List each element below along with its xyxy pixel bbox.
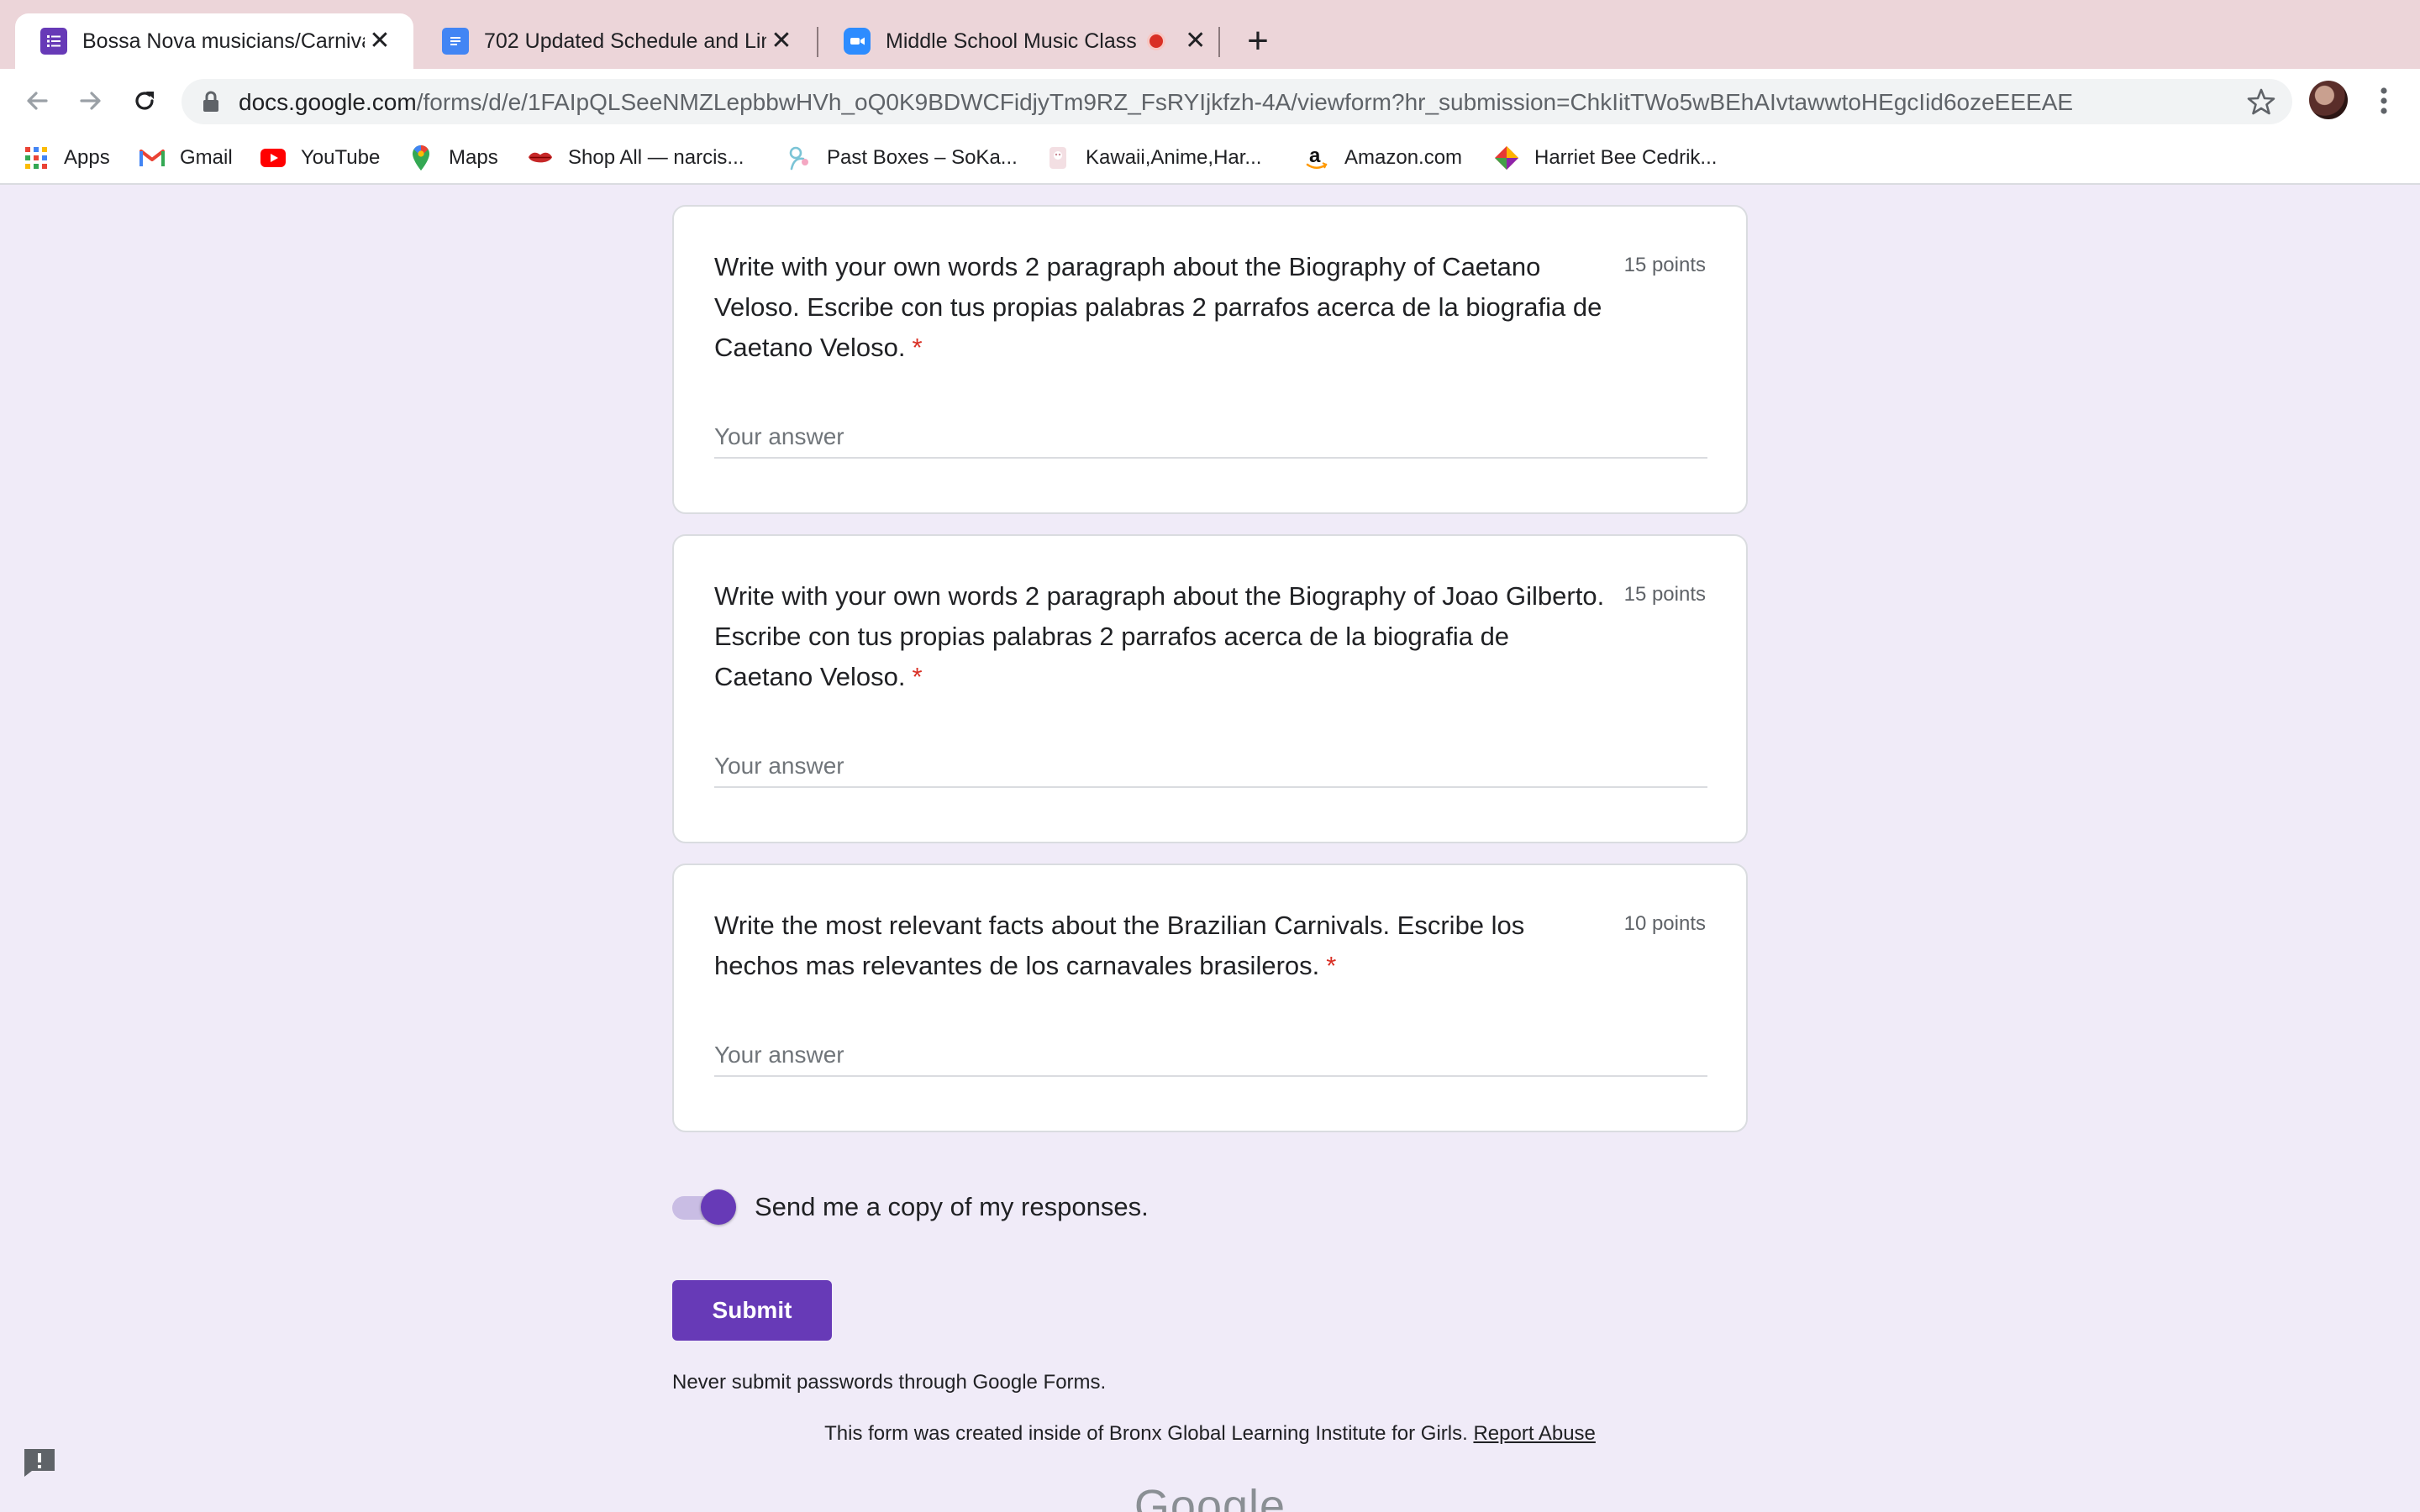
submit-button[interactable]: Submit bbox=[672, 1280, 832, 1341]
close-icon[interactable]: ✕ bbox=[1181, 29, 1211, 54]
question-title: Write with your own words 2 paragraph ab… bbox=[714, 247, 1613, 368]
bookmarks-bar: Apps Gmail YouTube Maps Shop All — narci… bbox=[0, 133, 2420, 185]
more-vertical-icon[interactable] bbox=[2371, 81, 2396, 121]
question-points: 15 points bbox=[1623, 254, 1706, 276]
bookmark-label: Gmail bbox=[180, 146, 233, 169]
tab-title: Middle School Music Class bbox=[886, 29, 1137, 53]
question-text: Write with your own words 2 paragraph ab… bbox=[714, 581, 1605, 691]
tab-forms[interactable]: Bossa Nova musicians/Carnival ✕ bbox=[15, 13, 413, 69]
bookmark-star-icon[interactable] bbox=[2247, 87, 2275, 116]
bookmark-label: Maps bbox=[449, 146, 498, 169]
bookmark-label: YouTube bbox=[301, 146, 381, 169]
required-asterisk: * bbox=[1326, 951, 1337, 980]
answer-input[interactable] bbox=[714, 1035, 1707, 1077]
url-path: /forms/d/e/1FAIpQLSeeNMZLepbbwHVh_oQ0K9B… bbox=[416, 89, 2074, 115]
send-copy-toggle[interactable] bbox=[672, 1186, 738, 1228]
reload-icon bbox=[135, 92, 154, 110]
google-forms-logo[interactable]: Google Forms bbox=[1092, 1480, 1328, 1512]
toggle-thumb bbox=[701, 1189, 736, 1225]
bookmark-label: Apps bbox=[64, 146, 110, 169]
amazon-icon: a bbox=[1304, 145, 1329, 171]
tab-title: 702 Updated Schedule and Links bbox=[484, 29, 766, 53]
question-points: 15 points bbox=[1623, 583, 1706, 606]
send-copy-row: Send me a copy of my responses. bbox=[672, 1186, 1149, 1228]
question-title: Write the most relevant facts about the … bbox=[714, 906, 1613, 986]
bookmark-label: Harriet Bee Cedrik... bbox=[1534, 146, 1718, 169]
bookmark-harriet-bee[interactable]: Harriet Bee Cedrik... bbox=[1494, 141, 1717, 175]
answer-input[interactable] bbox=[714, 417, 1707, 459]
footer-text: This form was created inside of Bronx Gl… bbox=[824, 1422, 1468, 1445]
tab-zoom[interactable]: Middle School Music Class ✕ bbox=[818, 13, 1217, 69]
bookmark-gmail[interactable]: Gmail bbox=[139, 141, 233, 175]
feedback-icon[interactable] bbox=[22, 1446, 57, 1478]
bookmark-kawaii[interactable]: Kawaii,Anime,Har... bbox=[1045, 141, 1261, 175]
tab-title: Bossa Nova musicians/Carnival bbox=[82, 29, 365, 53]
form-footer: This form was created inside of Bronx Gl… bbox=[672, 1422, 1748, 1446]
sokawaii-icon bbox=[786, 145, 812, 171]
question-points: 10 points bbox=[1623, 912, 1706, 935]
new-tab-button[interactable]: + bbox=[1237, 22, 1279, 60]
address-bar[interactable]: docs.google.com/forms/d/e/1FAIpQLSeeNMZL… bbox=[182, 79, 2292, 124]
harriet-bee-icon bbox=[1494, 145, 1519, 171]
password-warning: Never submit passwords through Google Fo… bbox=[672, 1371, 1107, 1394]
google-docs-icon bbox=[442, 28, 469, 55]
send-copy-label: Send me a copy of my responses. bbox=[755, 1192, 1149, 1221]
question-title: Write with your own words 2 paragraph ab… bbox=[714, 576, 1613, 697]
kawaii-icon bbox=[1045, 145, 1071, 171]
browser-toolbar: docs.google.com/forms/d/e/1FAIpQLSeeNMZL… bbox=[0, 69, 2420, 133]
question-text: Write the most relevant facts about the … bbox=[714, 911, 1525, 980]
bookmark-narcis[interactable]: Shop All — narcis... bbox=[528, 141, 744, 175]
url-text[interactable]: docs.google.com/forms/d/e/1FAIpQLSeeNMZL… bbox=[239, 89, 2073, 116]
lock-icon bbox=[203, 91, 218, 112]
bookmark-amazon[interactable]: a Amazon.com bbox=[1304, 141, 1462, 175]
tab-strip: Bossa Nova musicians/Carnival ✕ 702 Upda… bbox=[0, 0, 2420, 69]
bookmark-youtube[interactable]: YouTube bbox=[260, 141, 380, 175]
recording-icon bbox=[1146, 32, 1165, 50]
maps-icon bbox=[408, 145, 434, 171]
required-asterisk: * bbox=[912, 662, 923, 691]
bookmark-maps[interactable]: Maps bbox=[408, 141, 498, 175]
lips-icon bbox=[528, 145, 553, 171]
bookmark-label: Past Boxes – SoKa... bbox=[827, 146, 1018, 169]
gmail-icon bbox=[139, 145, 165, 171]
svg-text:a: a bbox=[1309, 145, 1321, 167]
forward-button[interactable] bbox=[71, 81, 111, 121]
answer-input[interactable] bbox=[714, 746, 1707, 788]
profile-avatar[interactable] bbox=[2309, 81, 2348, 119]
reload-button[interactable] bbox=[124, 81, 165, 121]
close-icon[interactable]: ✕ bbox=[365, 29, 395, 54]
question-card: Write with your own words 2 paragraph ab… bbox=[672, 205, 1748, 514]
arrow-right-icon bbox=[80, 92, 101, 110]
question-text: Write with your own words 2 paragraph ab… bbox=[714, 252, 1602, 362]
zoom-camera-icon bbox=[844, 28, 871, 55]
report-abuse-link[interactable]: Report Abuse bbox=[1473, 1422, 1595, 1445]
question-card: Write with your own words 2 paragraph ab… bbox=[672, 534, 1748, 843]
arrow-left-icon bbox=[27, 92, 48, 110]
tab-docs[interactable]: 702 Updated Schedule and Links ✕ bbox=[417, 13, 815, 69]
youtube-icon bbox=[260, 145, 286, 171]
question-card: Write the most relevant facts about the … bbox=[672, 864, 1748, 1132]
back-button[interactable] bbox=[17, 81, 57, 121]
bookmark-label: Amazon.com bbox=[1344, 146, 1463, 169]
close-icon[interactable]: ✕ bbox=[766, 29, 797, 54]
bookmark-label: Kawaii,Anime,Har... bbox=[1086, 146, 1262, 169]
required-asterisk: * bbox=[912, 333, 923, 362]
bookmark-apps[interactable]: Apps bbox=[24, 141, 110, 175]
bookmark-label: Shop All — narcis... bbox=[568, 146, 744, 169]
tab-separator bbox=[1218, 27, 1220, 57]
apps-grid-icon bbox=[24, 145, 49, 171]
url-host: docs.google.com bbox=[239, 89, 417, 115]
google-forms-icon bbox=[40, 28, 67, 55]
bookmark-sokawaii[interactable]: Past Boxes – SoKa... bbox=[786, 141, 1018, 175]
